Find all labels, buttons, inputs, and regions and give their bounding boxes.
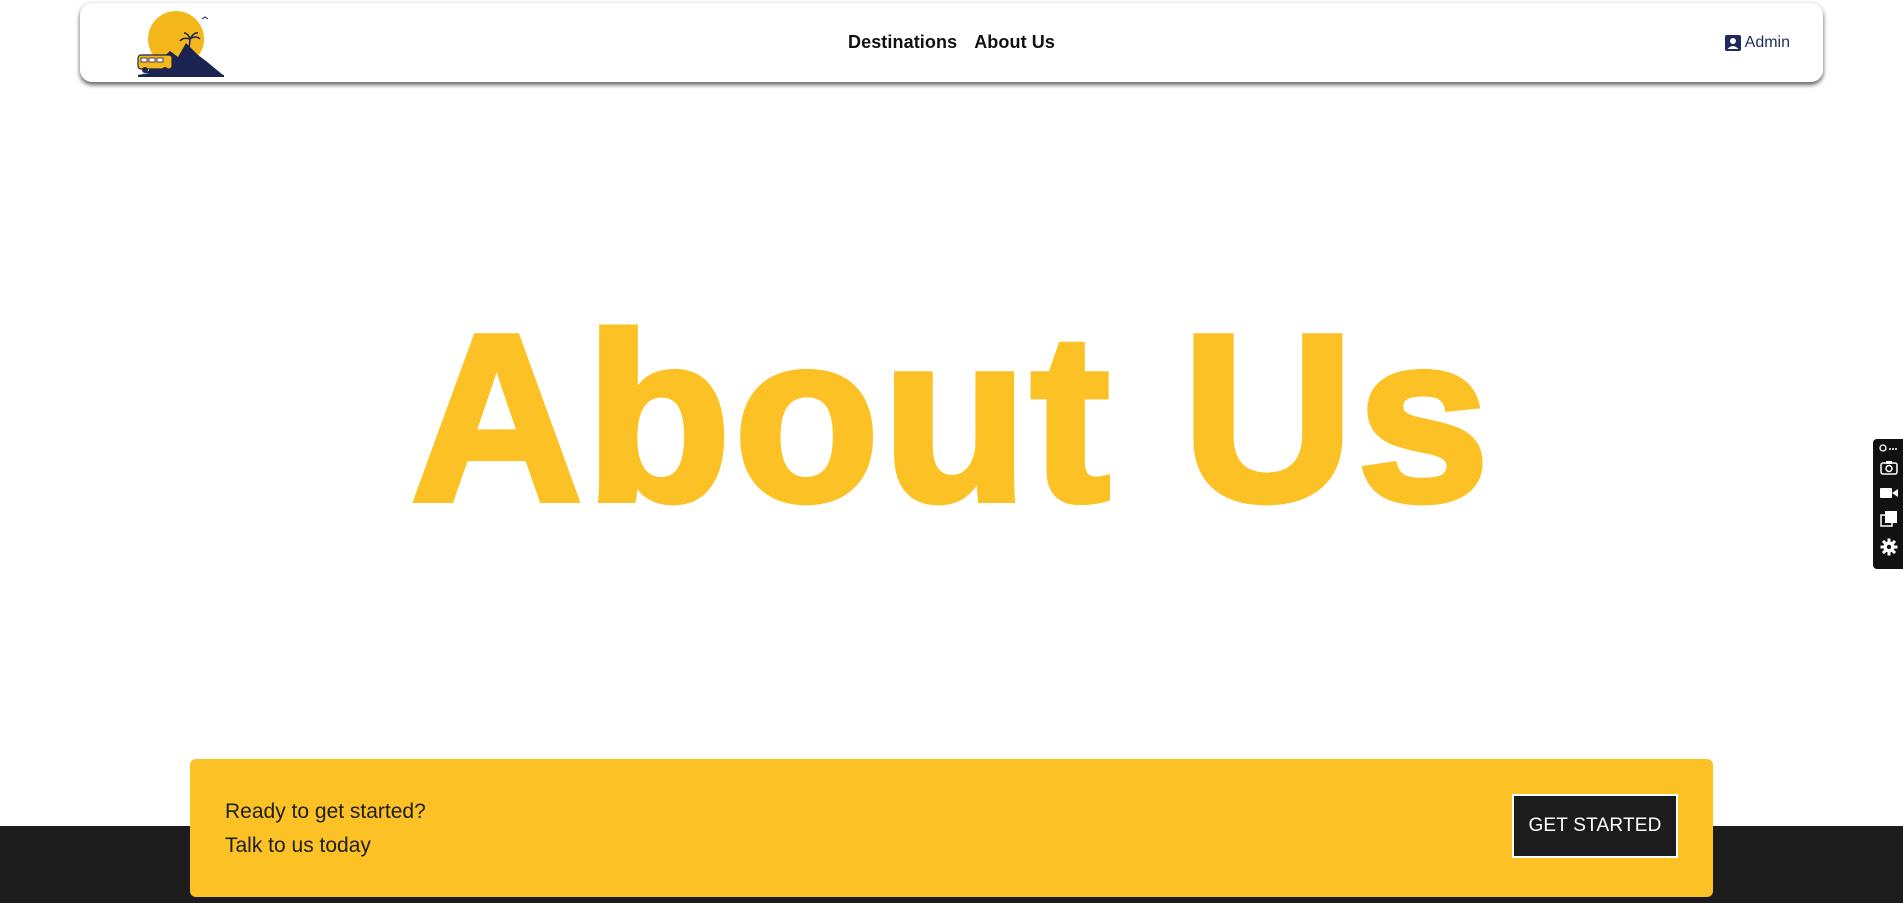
copy-icon[interactable] bbox=[1878, 509, 1900, 529]
cta-heading: Ready to get started? bbox=[225, 800, 426, 823]
settings-icon[interactable] bbox=[1878, 537, 1900, 557]
main-nav: Destinations About Us bbox=[80, 3, 1823, 82]
page: Destinations About Us Admin About Us Rea… bbox=[0, 0, 1903, 903]
user-square-icon bbox=[1724, 34, 1742, 52]
nav-link-about-us[interactable]: About Us bbox=[974, 32, 1055, 53]
cta-banner: Ready to get started? Talk to us today G… bbox=[190, 759, 1713, 897]
camera-icon[interactable] bbox=[1878, 457, 1900, 477]
get-started-button[interactable]: GET STARTED bbox=[1512, 794, 1678, 858]
top-navbar: Destinations About Us Admin bbox=[80, 3, 1823, 82]
page-title: About Us bbox=[408, 286, 1493, 551]
link-more-icon[interactable] bbox=[1878, 441, 1900, 455]
cta-subheading: Talk to us today bbox=[225, 834, 371, 857]
nav-link-destinations[interactable]: Destinations bbox=[848, 32, 957, 53]
admin-label: Admin bbox=[1744, 33, 1790, 51]
cta-text: Ready to get started? Talk to us today bbox=[225, 795, 426, 863]
recording-toolbar bbox=[1873, 439, 1903, 569]
admin-link[interactable]: Admin bbox=[1724, 3, 1790, 82]
video-icon[interactable] bbox=[1878, 483, 1900, 503]
